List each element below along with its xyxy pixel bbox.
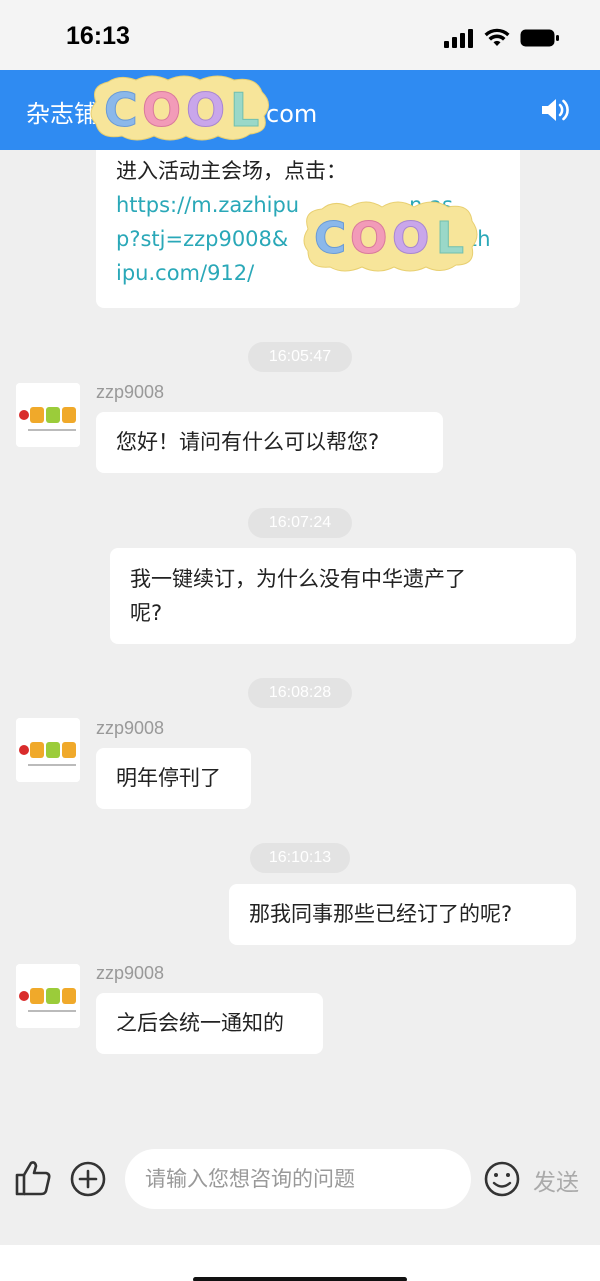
zazhipu-logo-icon [16, 383, 80, 447]
svg-text:C: C [314, 213, 346, 264]
avatar [16, 718, 80, 782]
home-indicator[interactable] [193, 1277, 407, 1281]
svg-text:L: L [230, 83, 259, 137]
message-input[interactable]: 请输入您想咨询的问题 [125, 1149, 471, 1209]
avatar [16, 383, 80, 447]
cellular-signal-icon [444, 29, 473, 48]
message-bubble: 明年停刊了 [96, 748, 251, 809]
plus-circle-icon[interactable] [69, 1160, 107, 1198]
timestamp: 16:08:28 [248, 678, 352, 708]
input-bar: 请输入您想咨询的问题 发送 [0, 1135, 600, 1245]
wifi-icon [484, 28, 510, 46]
message-bubble: 您好！请问有什么可以帮您? [96, 412, 443, 473]
avatar [16, 964, 80, 1028]
sender-name: zzp9008 [96, 382, 165, 402]
svg-text:O: O [392, 213, 429, 264]
svg-text:O: O [350, 213, 387, 264]
bottom-safe-area [0, 1245, 600, 1281]
cool-sticker: C O O L [300, 195, 480, 275]
svg-text:L: L [436, 213, 464, 264]
thumbs-up-icon[interactable] [14, 1159, 52, 1197]
message-text: 进入活动主会场，点击： [116, 159, 347, 183]
timestamp: 16:10:13 [250, 843, 350, 873]
svg-text:O: O [142, 83, 181, 137]
zazhipu-logo-icon [16, 964, 80, 1028]
timestamp: 16:07:24 [248, 508, 352, 538]
chat-area[interactable]: 进入活动主会场，点击： https://m.zazhipun.as p?stj=… [0, 150, 600, 1135]
sender-name: zzp9008 [96, 963, 165, 983]
send-button[interactable]: 发送 [533, 1163, 579, 1197]
cool-sticker: C O O L [86, 72, 274, 144]
message-bubble-self: 我一键续订，为什么没有中华遗产了 呢? [110, 548, 576, 644]
timestamp: 16:05:47 [248, 342, 352, 372]
status-icons [444, 28, 560, 48]
sender-name: zzp9008 [96, 718, 165, 738]
message-bubble: 之后会统一通知的 [96, 993, 323, 1054]
battery-icon [520, 29, 559, 47]
status-bar: 16:13 [0, 0, 600, 70]
message-bubble-self: 那我同事那些已经订了的呢? [229, 884, 576, 945]
svg-text:C: C [104, 83, 138, 137]
zazhipu-logo-icon [16, 718, 80, 782]
status-time: 16:13 [66, 22, 130, 50]
svg-text:O: O [186, 83, 225, 137]
speaker-icon[interactable] [540, 96, 570, 124]
emoji-icon[interactable] [483, 1160, 521, 1198]
